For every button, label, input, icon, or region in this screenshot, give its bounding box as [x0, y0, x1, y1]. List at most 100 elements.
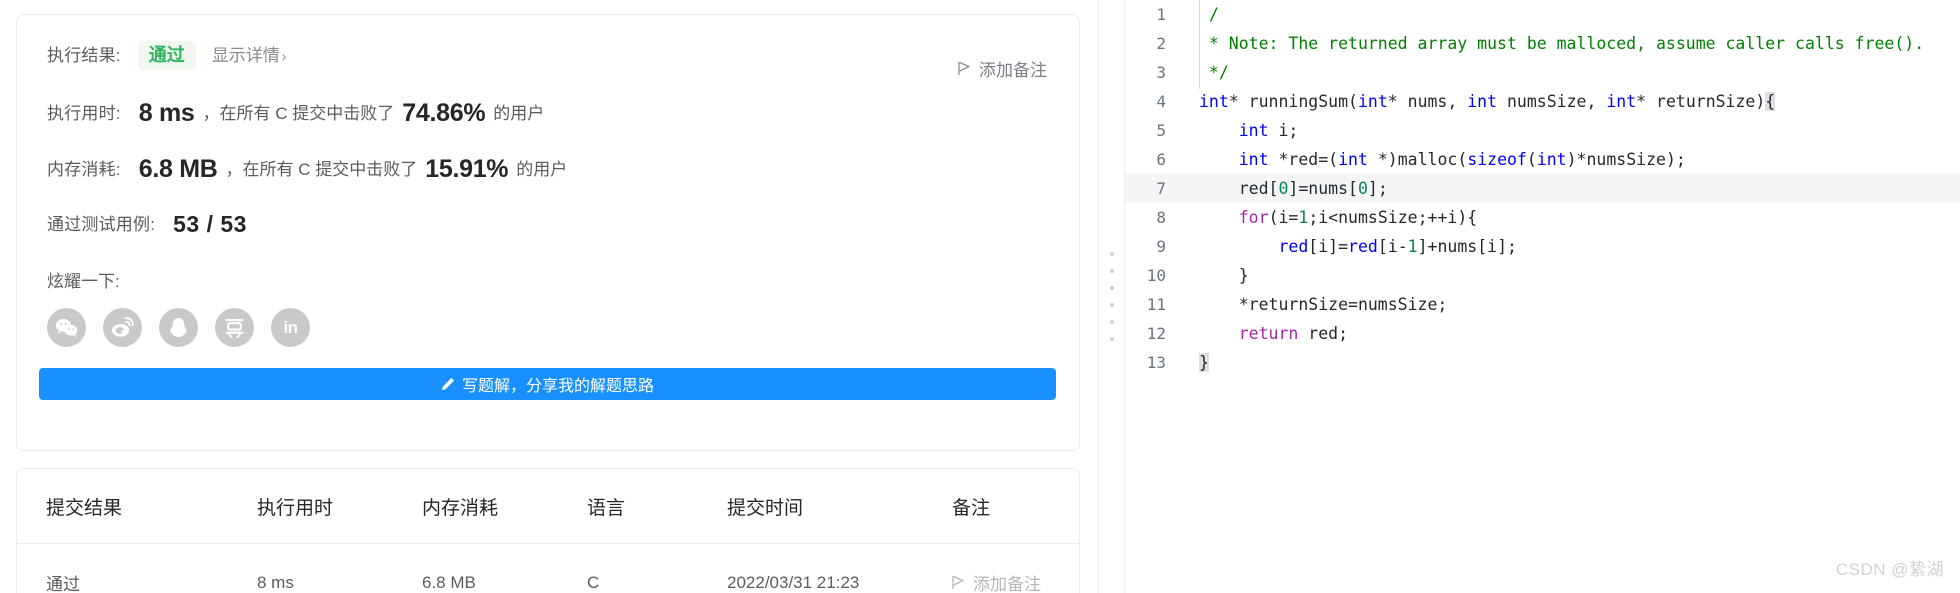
code-text: }	[1199, 353, 1209, 372]
testcases-value: 53 / 53	[173, 211, 247, 237]
line-number: 10	[1146, 266, 1166, 285]
show-detail-label: 显示详情	[211, 46, 280, 65]
code-text: int i;	[1238, 121, 1299, 140]
splitter-dot	[1109, 269, 1114, 273]
app-root: 添加备注 执行结果: 通过 显示详情 › 执行用时: 8 ms ，在所有 C 提交…	[0, 0, 1960, 593]
social-share-row: in	[47, 308, 1049, 347]
submissions-table: 提交结果 执行用时 内存消耗 语言 提交时间 备注 通过 8 ms 6.8 MB…	[17, 469, 1079, 593]
memory-label: 内存消耗:	[47, 160, 121, 179]
runtime-mid-text: ，在所有 C 提交中击败了	[202, 104, 395, 123]
th-runtime: 执行用时	[257, 469, 422, 544]
code-line[interactable]: 4 int* runningSum(int* nums, int numsSize…	[1125, 87, 1960, 116]
submissions-table-card: 提交结果 执行用时 内存消耗 语言 提交时间 备注 通过 8 ms 6.8 MB…	[16, 468, 1080, 593]
line-number: 12	[1146, 324, 1166, 343]
code-line[interactable]: 13}	[1125, 348, 1960, 377]
cell-language: C	[587, 572, 600, 592]
weibo-icon[interactable]	[103, 308, 142, 347]
runtime-row: 执行用时: 8 ms ，在所有 C 提交中击败了 74.86% 的用户	[47, 101, 1049, 126]
code-line[interactable]: 9 red[i]=red[i-1]+nums[i];	[1125, 232, 1960, 261]
add-note-label-row: 添加备注	[973, 575, 1041, 593]
code-line[interactable]: 12 return red;	[1125, 319, 1960, 348]
code-text: int* runningSum(int* nums, int numsSize,…	[1199, 92, 1776, 111]
line-number: 2	[1156, 34, 1166, 53]
code-line[interactable]: 6 int *red=(int *)malloc(sizeof(int)*num…	[1125, 145, 1960, 174]
code-line[interactable]: 1 /	[1125, 0, 1960, 31]
code-lines-container: 1 /2 * Note: The returned array must be …	[1125, 0, 1960, 377]
line-number: 8	[1156, 208, 1166, 227]
code-text: for(i=1;i<numsSize;++i){	[1238, 208, 1478, 227]
splitter-dot	[1109, 337, 1114, 341]
line-number: 9	[1156, 237, 1166, 256]
status-badge: 通过	[137, 41, 196, 70]
th-submit-result: 提交结果	[17, 469, 257, 544]
show-detail-link[interactable]: 显示详情 ›	[212, 47, 287, 64]
wechat-icon[interactable]	[47, 308, 86, 347]
add-note-button-top[interactable]: 添加备注	[958, 56, 1047, 81]
code-text: }	[1199, 266, 1249, 285]
linkedin-icon[interactable]: in	[271, 308, 310, 347]
splitter-dot	[1109, 320, 1114, 324]
testcases-label: 通过测试用例:	[47, 215, 156, 234]
line-number: 4	[1156, 92, 1166, 111]
code-text: red[i]=red[i-1]+nums[i];	[1278, 237, 1517, 256]
code-text: int *red=(int *)malloc(sizeof(int)*numsS…	[1238, 150, 1686, 169]
testcases-row: 通过测试用例: 53 / 53	[47, 213, 1049, 236]
write-solution-button[interactable]: 写题解，分享我的解题思路	[39, 368, 1056, 400]
th-note: 备注	[952, 469, 1079, 544]
code-text: * Note: The returned array must be mallo…	[1181, 27, 1924, 60]
add-note-button-row[interactable]: 添加备注	[952, 570, 1079, 593]
line-number: 7	[1156, 179, 1166, 198]
code-text: *returnSize=numsSize;	[1199, 295, 1448, 314]
result-summary-card: 添加备注 执行结果: 通过 显示详情 › 执行用时: 8 ms ，在所有 C 提交…	[16, 14, 1080, 451]
th-language: 语言	[587, 469, 727, 544]
memory-percentile: 15.91%	[425, 155, 509, 183]
write-solution-label: 写题解，分享我的解题思路	[461, 378, 654, 395]
code-text: return red;	[1238, 324, 1349, 343]
pane-splitter[interactable]	[1098, 0, 1125, 593]
code-line[interactable]: 3 */	[1125, 56, 1960, 89]
share-label: 炫耀一下:	[47, 272, 120, 291]
memory-value: 6.8 MB	[138, 155, 218, 183]
memory-tail-text: 的用户	[516, 160, 568, 179]
splitter-dot	[1109, 303, 1114, 307]
cell-runtime: 8 ms	[257, 572, 294, 592]
line-number: 1	[1156, 5, 1166, 24]
cell-note: 添加备注	[952, 544, 1079, 593]
code-line[interactable]: 7 red[0]=nums[0];	[1125, 174, 1960, 203]
exec-result-row: 执行结果: 通过 显示详情 ›	[47, 41, 1049, 70]
table-row[interactable]: 通过 8 ms 6.8 MB C 2022/03/31 21:23 添加备注	[17, 544, 1079, 593]
line-number: 11	[1146, 295, 1166, 314]
memory-row: 内存消耗: 6.8 MB ，在所有 C 提交中击败了 15.91% 的用户	[47, 157, 1049, 182]
pencil-icon	[441, 377, 455, 391]
line-number: 6	[1156, 150, 1166, 169]
code-editor-pane[interactable]: 1 /2 * Note: The returned array must be …	[1125, 0, 1960, 593]
code-text: */	[1181, 56, 1229, 89]
memory-mid-text: ，在所有 C 提交中击败了	[225, 160, 418, 179]
code-line[interactable]: 8 for(i=1;i<numsSize;++i){	[1125, 203, 1960, 232]
splitter-dot	[1109, 252, 1114, 256]
cell-memory: 6.8 MB	[422, 572, 476, 592]
exec-result-label: 执行结果:	[47, 46, 121, 65]
code-text: /	[1181, 0, 1219, 31]
th-memory: 内存消耗	[422, 469, 587, 544]
runtime-tail-text: 的用户	[493, 104, 545, 123]
splitter-dot	[1109, 286, 1114, 290]
code-line[interactable]: 2 * Note: The returned array must be mal…	[1125, 27, 1960, 60]
code-line[interactable]: 10 }	[1125, 261, 1960, 290]
linkedin-label: in	[283, 318, 298, 337]
share-section: 炫耀一下: in	[47, 267, 1049, 347]
qq-icon[interactable]	[159, 308, 198, 347]
th-submit-time: 提交时间	[727, 469, 952, 544]
code-line[interactable]: 11 *returnSize=numsSize;	[1125, 290, 1960, 319]
cell-submitted-at: 2022/03/31 21:23	[727, 572, 860, 592]
runtime-percentile: 74.86%	[402, 99, 486, 127]
runtime-value: 8 ms	[138, 99, 195, 127]
cell-status[interactable]: 通过	[17, 544, 257, 593]
flag-icon	[958, 61, 971, 76]
line-number: 3	[1156, 63, 1166, 82]
watermark: CSDN @絷湖	[1835, 560, 1944, 579]
douban-icon[interactable]	[215, 308, 254, 347]
add-note-label-top: 添加备注	[979, 61, 1047, 80]
chevron-right-icon: ›	[281, 48, 287, 64]
code-line[interactable]: 5 int i;	[1125, 116, 1960, 145]
